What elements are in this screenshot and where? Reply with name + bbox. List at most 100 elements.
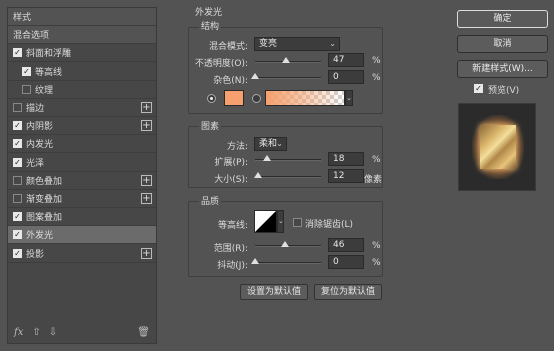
solid-color-radio[interactable] — [207, 94, 216, 103]
reset-default-button[interactable]: 复位为默认值 — [314, 284, 382, 300]
style-item-checkbox[interactable] — [22, 84, 31, 94]
antialias-label: 消除锯齿(L) — [305, 220, 354, 230]
range-label: 范围(R): — [213, 244, 248, 254]
antialias-checkbox[interactable] — [293, 218, 302, 227]
style-item-checkbox[interactable]: ✓ — [13, 139, 22, 149]
style-item[interactable]: ✓ 图案叠加 — [8, 208, 156, 227]
gradient-radio[interactable] — [252, 94, 261, 103]
method-value: 柔和 — [259, 139, 278, 149]
move-up-icon[interactable]: ⇧ — [32, 327, 40, 338]
range-input[interactable]: 46 — [328, 238, 364, 252]
styles-footer: fx ⇧ ⇩ 🗑 — [8, 321, 156, 343]
style-item-checkbox[interactable]: ✓ — [13, 121, 22, 131]
style-item-checkbox[interactable] — [13, 175, 22, 185]
glow-color-swatch[interactable] — [224, 90, 244, 106]
range-slider-thumb[interactable] — [281, 241, 290, 247]
jitter-slider-track[interactable] — [255, 262, 321, 264]
style-item[interactable]: ✓ 外发光 — [8, 226, 156, 245]
new-style-button[interactable]: 新建样式(W)... — [457, 60, 548, 78]
chevron-down-icon: ⌄ — [276, 139, 283, 148]
jitter-unit: % — [372, 258, 381, 268]
style-item-checkbox[interactable] — [13, 194, 22, 203]
trash-icon[interactable]: 🗑 — [137, 327, 150, 338]
opacity-label: 不透明度(O): — [194, 59, 248, 69]
preview-checkbox[interactable]: ✓ — [474, 84, 483, 93]
noise-unit: % — [372, 73, 381, 83]
noise-slider-thumb[interactable] — [251, 73, 259, 79]
style-item[interactable]: 样式 — [8, 8, 156, 26]
opacity-input[interactable]: 47 — [328, 53, 364, 67]
elements-title: 图素 — [199, 119, 222, 132]
style-item-checkbox[interactable] — [13, 103, 22, 112]
add-effect-icon[interactable]: + — [141, 247, 152, 259]
gradient-dropdown[interactable]: ⌄ — [345, 90, 353, 106]
add-effect-icon[interactable]: + — [141, 102, 152, 113]
style-item[interactable]: 纹理 — [8, 81, 156, 99]
preview-label: 预览(V) — [488, 86, 520, 96]
spread-input[interactable]: 18 — [328, 152, 364, 166]
style-item-label: 等高线 — [35, 67, 63, 78]
spread-slider-thumb[interactable] — [262, 155, 271, 161]
style-item[interactable]: ✓ 投影 + — [8, 245, 156, 263]
method-select[interactable]: 柔和 ⌄ — [254, 137, 287, 151]
noise-label: 杂色(N): — [213, 76, 248, 86]
style-item-label: 光泽 — [26, 158, 45, 169]
opacity-slider-thumb[interactable] — [282, 57, 291, 63]
jitter-slider-thumb[interactable] — [251, 258, 259, 264]
blend-mode-select[interactable]: 变亮 ⌄ — [254, 37, 340, 51]
chevron-down-icon: ⌄ — [278, 217, 284, 225]
add-effect-icon[interactable]: + — [141, 193, 152, 204]
ok-button[interactable]: 确定 — [457, 10, 548, 28]
contour-label: 等高线: — [217, 221, 248, 231]
noise-slider-track[interactable] — [255, 77, 321, 79]
contour-preview[interactable] — [254, 210, 277, 233]
style-item-checkbox[interactable]: ✓ — [13, 230, 22, 240]
style-item-label: 渐变叠加 — [26, 195, 63, 205]
style-item-checkbox[interactable]: ✓ — [22, 66, 31, 76]
size-label: 大小(S): — [214, 175, 248, 185]
move-down-icon[interactable]: ⇩ — [49, 327, 57, 338]
style-item[interactable]: ✓ 内阴影 + — [8, 117, 156, 136]
range-unit: % — [372, 241, 381, 251]
style-item[interactable]: ✓ 斜面和浮雕 — [8, 44, 156, 63]
contour-dropdown[interactable]: ⌄ — [277, 210, 284, 233]
blend-mode-label: 混合模式: — [208, 42, 248, 52]
gradient-preview[interactable] — [265, 90, 345, 106]
section-title: 外发光 — [195, 8, 223, 18]
style-item-label: 纹理 — [35, 85, 54, 96]
size-slider-thumb[interactable] — [254, 172, 263, 178]
style-item-label: 颜色叠加 — [26, 176, 63, 187]
style-item[interactable]: ✓ 内发光 — [8, 135, 156, 154]
cancel-button[interactable]: 取消 — [457, 35, 548, 53]
add-effect-icon[interactable]: + — [141, 120, 152, 132]
size-slider-track[interactable] — [255, 176, 321, 178]
add-effect-icon[interactable]: + — [141, 174, 152, 186]
style-item-checkbox[interactable]: ✓ — [13, 157, 22, 167]
style-item-checkbox[interactable]: ✓ — [13, 212, 22, 222]
set-default-button[interactable]: 设置为默认值 — [240, 284, 308, 300]
style-item[interactable]: 描边 + — [8, 99, 156, 117]
style-item[interactable]: ✓ 等高线 — [8, 63, 156, 81]
jitter-input[interactable]: 0 — [328, 255, 364, 269]
style-item-checkbox[interactable]: ✓ — [13, 248, 22, 258]
chevron-down-icon: ⌄ — [329, 39, 336, 48]
spread-label: 扩展(P): — [214, 158, 248, 168]
size-input[interactable]: 12 — [328, 169, 364, 183]
style-item[interactable]: ✓ 光泽 — [8, 154, 156, 172]
noise-input[interactable]: 0 — [328, 70, 364, 84]
style-item-label: 投影 — [26, 249, 45, 260]
style-item-label: 内阴影 — [26, 122, 54, 133]
spread-unit: % — [372, 155, 381, 165]
style-preview-thumbnail — [458, 103, 536, 191]
structure-title: 结构 — [199, 19, 222, 32]
style-item[interactable]: 渐变叠加 + — [8, 190, 156, 208]
style-item[interactable]: 颜色叠加 + — [8, 172, 156, 190]
quality-title: 品质 — [199, 194, 222, 207]
style-item[interactable]: 混合选项 — [8, 26, 156, 45]
style-item-label: 混合选项 — [13, 31, 50, 42]
contour-curve-icon — [255, 211, 276, 232]
jitter-label: 抖动(J): — [217, 261, 248, 271]
fx-icon[interactable]: fx — [14, 327, 23, 338]
style-item-checkbox[interactable]: ✓ — [13, 48, 22, 58]
style-item-label: 斜面和浮雕 — [26, 49, 72, 60]
